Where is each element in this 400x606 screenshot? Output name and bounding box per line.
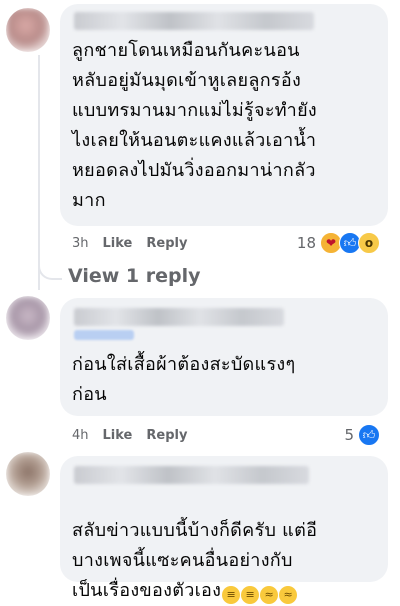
- reaction-count: 5: [344, 426, 354, 444]
- author-name-redacted[interactable]: [74, 466, 309, 484]
- author-name-redacted[interactable]: [74, 12, 314, 30]
- reply-link[interactable]: Reply: [146, 236, 187, 251]
- reaction-summary[interactable]: 18 ❤ 👍︎ o: [297, 232, 380, 254]
- comment-bubble: ลูกชายโดนเหมือนกันคะนอน หลับอยู่มันมุดเข…: [60, 4, 388, 226]
- avatar[interactable]: [6, 296, 50, 340]
- author-name-redacted[interactable]: [74, 308, 284, 326]
- comment-actions: 4h Like Reply: [72, 428, 187, 443]
- thread-connector-elbow: [38, 260, 62, 280]
- like-link[interactable]: Like: [103, 236, 133, 251]
- comment-time[interactable]: 3h: [72, 236, 89, 251]
- reply-link[interactable]: Reply: [146, 428, 187, 443]
- comment-text: ลูกชายโดนเหมือนกันคะนอน หลับอยู่มันมุดเข…: [72, 40, 318, 211]
- avatar[interactable]: [6, 8, 50, 52]
- grimace-emoji: ≡: [241, 586, 260, 604]
- comment-text: ก่อนใส่เสื้อผ้าต้องสะบัดแรงๆ ก่อน: [72, 354, 296, 405]
- avatar[interactable]: [6, 452, 50, 496]
- laughing-emoji: ≈: [279, 586, 298, 604]
- grimace-emoji: ≡: [222, 586, 241, 604]
- comment-text: สลับข่าวแบบนี้บ้างก็ดีครับ แต่อี บางเพจน…: [72, 486, 378, 606]
- author-badge-redacted: [74, 330, 134, 340]
- comment-actions: 3h Like Reply: [72, 236, 187, 251]
- comment-bubble: ก่อนใส่เสื้อผ้าต้องสะบัดแรงๆ ก่อน: [60, 298, 388, 416]
- thread-connector-line: [38, 55, 40, 290]
- like-link[interactable]: Like: [103, 428, 133, 443]
- comment-time[interactable]: 4h: [72, 428, 89, 443]
- like-icon: 👍︎: [358, 424, 380, 446]
- wow-icon: o: [358, 232, 380, 254]
- reaction-summary[interactable]: 5 👍︎: [344, 424, 380, 446]
- laughing-emoji: ≈: [260, 586, 279, 604]
- view-replies-link[interactable]: View 1 reply: [68, 265, 201, 287]
- reaction-count: 18: [296, 234, 316, 252]
- comment-bubble: สลับข่าวแบบนี้บ้างก็ดีครับ แต่อี บางเพจน…: [60, 456, 388, 604]
